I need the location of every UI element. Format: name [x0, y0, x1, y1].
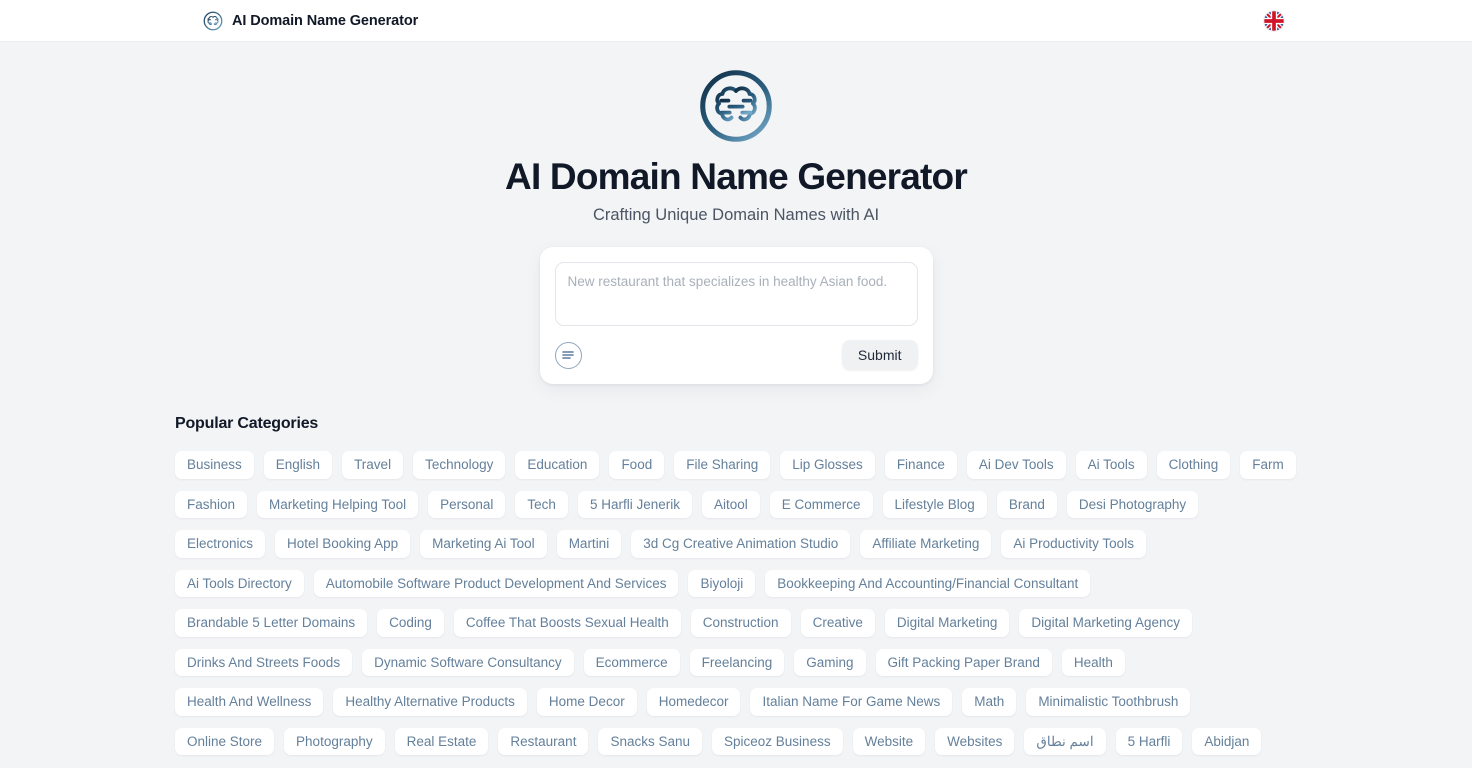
category-tag[interactable]: Education [515, 451, 600, 479]
category-tag[interactable]: Gaming [794, 648, 866, 677]
category-tag-row: Brandable 5 Letter Domains Coding Coffee T… [175, 609, 1295, 637]
popular-categories-title: Popular Categories [175, 415, 319, 433]
category-tag-row: Health And Wellness Healthy Alternative P… [175, 688, 1295, 716]
category-tag[interactable]: Digital Marketing Agency [1019, 609, 1192, 637]
category-tag-rows: Business English Travel Technology Education… [175, 451, 1296, 756]
category-tag[interactable]: Creative [800, 609, 875, 637]
category-tag[interactable]: Lip Glosses [780, 451, 875, 479]
category-tag[interactable]: Food [609, 451, 665, 479]
category-tag[interactable]: Ai Tools Directory [175, 569, 304, 598]
page-subtitle: Crafting Unique Domain Names with AI [592, 206, 880, 225]
menu-lines-circle-icon[interactable] [554, 341, 582, 369]
hero-section: AI Domain Name Generator Crafting Unique… [0, 42, 1472, 225]
category-tag-row: Drinks And Streets Foods Dynamic Software… [175, 648, 1295, 677]
category-tag[interactable]: Aitool [701, 490, 760, 519]
category-tag[interactable]: Biyoloji [688, 569, 756, 598]
category-tag[interactable]: Tech [515, 490, 568, 519]
category-tag[interactable]: 5 Harfli Jenerik [577, 490, 692, 519]
category-tag[interactable]: اسم نطاق [1024, 727, 1106, 756]
category-tag[interactable]: Digital Marketing [884, 609, 1010, 637]
category-tag[interactable]: Marketing Helping Tool [257, 490, 419, 519]
category-tag[interactable]: Freelancing [689, 648, 785, 677]
category-tag[interactable]: Construction [690, 609, 791, 637]
category-tag[interactable]: Ai Tools [1075, 451, 1147, 479]
category-tag[interactable]: Ai Dev Tools [966, 451, 1066, 479]
category-tag[interactable]: 3d Cg Creative Animation Studio [631, 530, 851, 558]
prompt-input[interactable] [554, 262, 918, 327]
category-tag[interactable]: Electronics [175, 530, 266, 558]
category-tag[interactable]: Desi Photography [1066, 490, 1199, 519]
uk-flag-icon[interactable] [1263, 9, 1285, 32]
category-tag-row: Ai Tools Directory Automobile Software Pr… [175, 569, 1295, 598]
category-tag[interactable]: Lifestyle Blog [882, 490, 987, 519]
page-title: AI Domain Name Generator [505, 156, 968, 197]
category-tag[interactable]: Travel [342, 451, 404, 479]
category-tag[interactable]: Fashion [175, 490, 248, 519]
category-tag[interactable]: Business [175, 451, 254, 479]
category-tag[interactable]: Coffee That Boosts Sexual Health [453, 609, 681, 637]
category-tag[interactable]: Drinks And Streets Foods [175, 648, 353, 677]
category-tag[interactable]: Martini [556, 530, 622, 558]
category-tag[interactable]: Home Decor [536, 688, 637, 716]
category-tag[interactable]: Abidjan [1192, 727, 1262, 756]
category-tag[interactable]: Minimalistic Toothbrush [1026, 688, 1191, 716]
category-tag-row: Business English Travel Technology Education… [175, 451, 1296, 479]
category-tag[interactable]: Websites [935, 727, 1015, 756]
category-tag[interactable]: File Sharing [674, 451, 771, 479]
category-tag[interactable]: Snacks Sanu [598, 727, 703, 756]
category-tag[interactable]: Farm [1240, 451, 1296, 479]
brand-title: AI Domain Name Generator [232, 12, 419, 29]
category-tag[interactable]: Homedecor [646, 688, 741, 716]
submit-button[interactable]: Submit [841, 340, 918, 371]
category-tag[interactable]: Personal [428, 490, 506, 519]
category-tag[interactable]: Online Store [175, 727, 275, 756]
category-tag[interactable]: Coding [377, 609, 444, 637]
category-tag[interactable]: Marketing Ai Tool [420, 530, 547, 558]
category-tag[interactable]: Bookkeeping And Accounting/Financial Con… [765, 569, 1091, 598]
category-tag[interactable]: Health And Wellness [175, 688, 324, 716]
category-tag[interactable]: English [263, 451, 333, 479]
category-tag[interactable]: Clothing [1156, 451, 1231, 479]
brain-circle-icon [203, 11, 223, 31]
category-tag-row: Online Store Photography Real Estate Restau… [175, 727, 1295, 756]
popular-categories-section: Popular Categories Business English Travel… [175, 415, 1296, 756]
category-tag[interactable]: Technology [413, 451, 506, 479]
category-tag-row: Fashion Marketing Helping Tool Personal Tec… [175, 490, 1295, 519]
category-tag[interactable]: Math [962, 688, 1017, 716]
brain-circle-icon [0, 68, 1472, 144]
category-tag[interactable]: Restaurant [498, 727, 589, 756]
brand[interactable]: AI Domain Name Generator [203, 11, 418, 31]
category-tag[interactable]: Finance [884, 451, 957, 479]
category-tag[interactable]: Gift Packing Paper Brand [875, 648, 1052, 677]
category-tag[interactable]: Photography [284, 727, 385, 756]
category-tag[interactable]: Healthy Alternative Products [333, 688, 527, 716]
category-tag[interactable]: Website [852, 727, 926, 756]
category-tag[interactable]: Spiceoz Business [712, 727, 843, 756]
category-tag[interactable]: Italian Name For Game News [750, 688, 953, 716]
category-tag-row: Electronics Hotel Booking App Marketing Ai… [175, 530, 1295, 558]
category-tag[interactable]: Hotel Booking App [275, 530, 411, 558]
prompt-card: Submit [539, 247, 933, 385]
prompt-card-wrap: Submit [0, 247, 1472, 385]
category-tag[interactable]: E Commerce [769, 490, 873, 519]
category-tag[interactable]: Real Estate [394, 727, 489, 756]
category-tag[interactable]: Health [1061, 648, 1125, 677]
category-tag[interactable]: Ai Productivity Tools [1001, 530, 1146, 558]
category-tag[interactable]: Dynamic Software Consultancy [362, 648, 574, 677]
category-tag[interactable]: 5 Harfli [1115, 727, 1183, 756]
category-tag[interactable]: Brand [996, 490, 1057, 519]
category-tag[interactable]: Ecommerce [583, 648, 680, 677]
category-tag[interactable]: Affiliate Marketing [860, 530, 992, 558]
prompt-actions: Submit [554, 340, 918, 371]
top-bar: AI Domain Name Generator [0, 0, 1472, 42]
category-tag[interactable]: Automobile Software Product Development … [313, 569, 679, 598]
category-tag[interactable]: Brandable 5 Letter Domains [175, 609, 368, 637]
